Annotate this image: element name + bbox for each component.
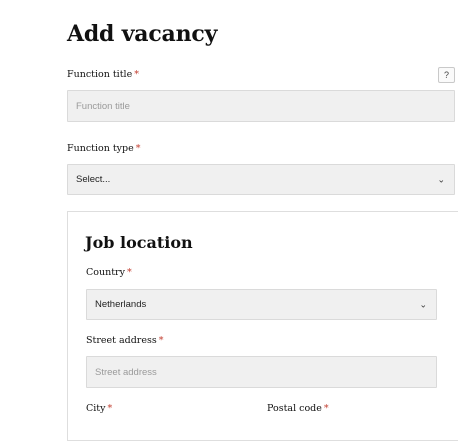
function-title-label-text: Function title <box>67 69 133 80</box>
chevron-down-icon: ⌄ <box>437 174 445 184</box>
required-marker: * <box>134 69 139 80</box>
function-title-label: Function title * <box>67 69 139 80</box>
page-title: Add vacancy <box>67 21 218 47</box>
required-marker: * <box>158 335 164 346</box>
country-select[interactable]: Netherlands ⌄ <box>86 289 437 320</box>
function-type-label: Function type * <box>67 143 141 154</box>
country-label-text: Country <box>86 267 125 278</box>
street-address-input[interactable]: Street address <box>86 356 437 388</box>
city-label: City * <box>86 403 112 414</box>
city-label-text: City <box>86 403 106 414</box>
question-mark-icon: ? <box>443 70 449 80</box>
help-button[interactable]: ? <box>438 67 455 83</box>
required-marker: * <box>126 267 132 278</box>
function-type-value: Select... <box>76 174 111 185</box>
required-marker: * <box>135 143 141 154</box>
function-title-placeholder: Function title <box>76 100 130 112</box>
function-type-label-text: Function type <box>67 143 134 154</box>
country-value: Netherlands <box>95 299 147 310</box>
street-address-label-text: Street address <box>86 335 157 346</box>
street-address-placeholder: Street address <box>95 366 157 378</box>
add-vacancy-form: Add vacancy Function title * ? Function t… <box>0 0 458 441</box>
job-location-title: Job location <box>85 233 193 252</box>
country-label: Country * <box>86 267 132 278</box>
function-title-input[interactable]: Function title <box>67 90 455 122</box>
function-type-select[interactable]: Select... ⌄ <box>67 164 455 195</box>
street-address-label: Street address * <box>86 335 163 346</box>
postal-code-label: Postal code * <box>267 403 329 414</box>
required-marker: * <box>323 403 329 414</box>
postal-code-label-text: Postal code <box>267 403 322 414</box>
chevron-down-icon: ⌄ <box>419 299 427 309</box>
required-marker: * <box>107 403 113 414</box>
